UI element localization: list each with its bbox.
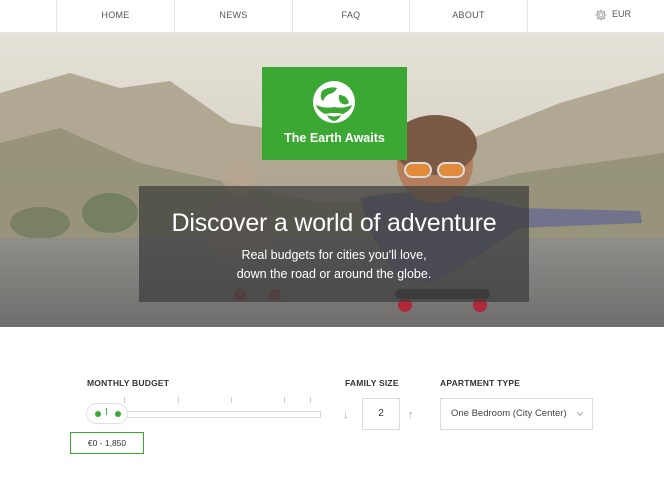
family-size-input[interactable]: 2 — [362, 398, 400, 430]
slider-tick — [231, 397, 232, 403]
budget-label: MONTHLY BUDGET — [87, 378, 170, 388]
decrease-family-button[interactable]: ↓ — [343, 409, 349, 421]
hero-subtitle: Real budgets for cities you'll love, dow… — [139, 246, 529, 284]
budget-range-value: €0 - 1,850 — [70, 432, 144, 454]
apartment-type-value: One Bedroom (City Center) — [451, 408, 567, 419]
apartment-type-select[interactable]: One Bedroom (City Center) — [440, 398, 593, 430]
hero-banner: The Earth Awaits Discover a world of adv… — [0, 33, 664, 327]
globe-hands-icon — [313, 81, 355, 123]
nav-news[interactable]: NEWS — [174, 0, 292, 32]
slider-max-handle[interactable] — [115, 411, 121, 417]
nav-faq[interactable]: FAQ — [292, 0, 409, 32]
currency-label: EUR — [612, 9, 632, 19]
slider-tick — [124, 397, 125, 403]
slider-tick — [178, 397, 179, 403]
nav-home[interactable]: HOME — [56, 0, 174, 32]
currency-selector[interactable]: EUR — [527, 0, 664, 32]
hero-title: Discover a world of adventure — [171, 209, 497, 237]
nav-about[interactable]: ABOUT — [409, 0, 527, 32]
gear-icon — [595, 9, 607, 21]
hero-subtitle-line1: Real budgets for cities you'll love, — [241, 248, 427, 262]
family-size-label: FAMILY SIZE — [345, 378, 399, 388]
logo-box[interactable]: The Earth Awaits — [262, 67, 407, 160]
hero-subtitle-line2: down the road or around the globe. — [236, 267, 432, 281]
top-nav: HOME NEWS FAQ ABOUT EUR — [0, 0, 664, 33]
apartment-type-label: APARTMENT TYPE — [440, 378, 521, 388]
slider-min-handle[interactable] — [95, 411, 101, 417]
increase-family-button[interactable]: ↑ — [408, 409, 414, 421]
hero-caption: Discover a world of adventure Real budge… — [139, 186, 529, 302]
logo-text: The Earth Awaits — [284, 131, 385, 145]
slider-tick — [284, 397, 285, 403]
chevron-down-icon — [576, 411, 584, 417]
slider-grip-icon: I — [105, 407, 108, 418]
budget-slider-handles[interactable]: I — [86, 403, 128, 424]
slider-tick — [310, 397, 311, 403]
